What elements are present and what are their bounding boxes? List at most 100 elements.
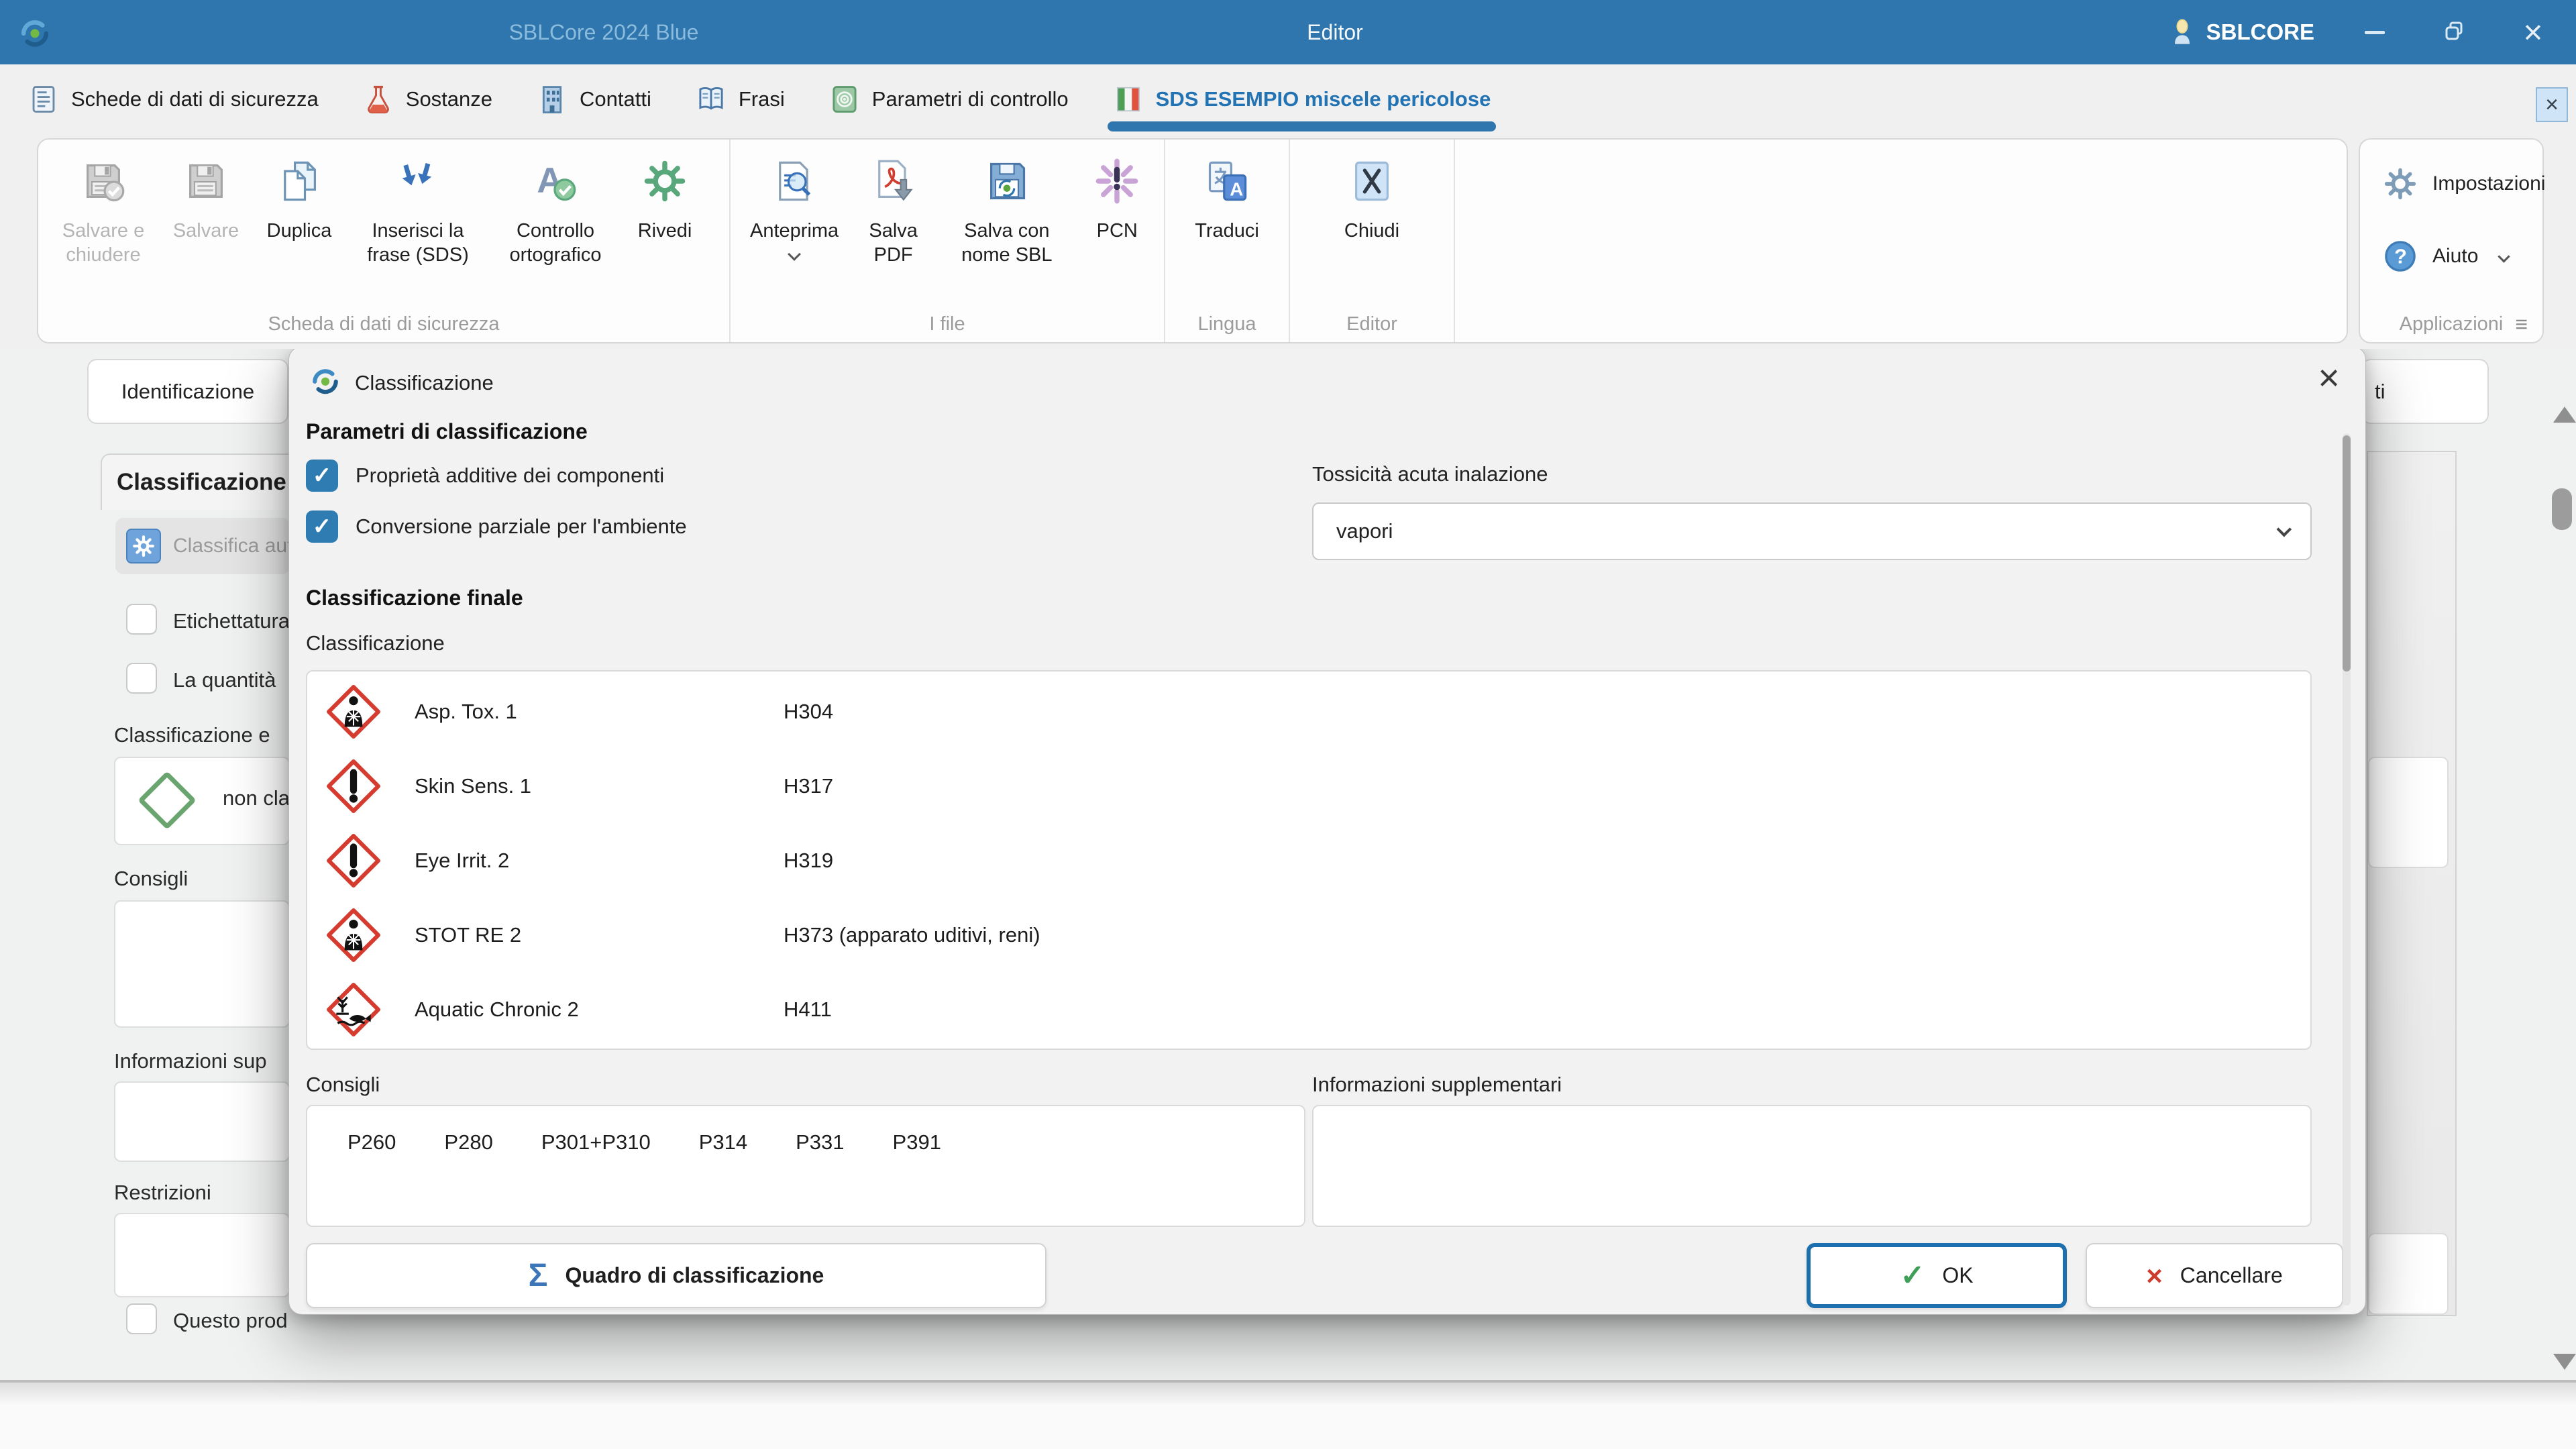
tab-sostanze[interactable]: Sostanze — [363, 64, 492, 134]
dialog-scrollbar-thumb[interactable] — [2343, 435, 2351, 672]
help-button[interactable]: ? Aiuto — [2383, 239, 2508, 274]
button-label: Traduci — [1195, 219, 1259, 243]
bg-tab-partial-right[interactable]: ti — [2361, 359, 2489, 424]
cancel-button[interactable]: × Cancellare — [2086, 1243, 2343, 1308]
bg-right-panel — [2367, 451, 2457, 1316]
restore-icon — [2440, 19, 2467, 46]
p-code: P260 — [347, 1130, 396, 1226]
chevron-down-icon — [788, 248, 801, 261]
account-name: SBLCORE — [2206, 19, 2314, 45]
bg-consigli-field[interactable] — [114, 900, 290, 1028]
precautionary-codes-field[interactable]: P260 P280 P301+P310 P314 P331 P391 — [306, 1105, 1305, 1227]
account-button[interactable]: SBLCORE — [2167, 17, 2314, 47]
settings-button[interactable]: Impostazioni — [2383, 166, 2545, 201]
close-icon: × — [2523, 15, 2542, 49]
minimize-button[interactable] — [2356, 0, 2394, 64]
chevron-down-icon — [2277, 522, 2292, 537]
acute-toxicity-select[interactable]: vapori — [1312, 502, 2312, 560]
title-bar: SBLCore 2024 Blue Editor SBLCORE × — [0, 0, 2576, 64]
bg-right-field[interactable] — [2368, 757, 2449, 868]
dialog-close-icon[interactable]: × — [2318, 359, 2340, 396]
bg-checkbox-etichettatura[interactable] — [126, 604, 157, 635]
close-editor-button[interactable]: Chiudi — [1325, 150, 1419, 243]
tab-sds-esempio-active[interactable]: SDS ESEMPIO miscele pericolose — [1113, 64, 1491, 134]
close-button[interactable]: × — [2514, 0, 2552, 64]
ribbon-empty-space — [1455, 140, 2347, 342]
button-label: Duplica — [267, 219, 332, 243]
bg-restrictions-field[interactable] — [114, 1213, 290, 1297]
button-label: Aiuto — [2432, 245, 2478, 268]
checked-checkbox-icon: ✓ — [306, 511, 338, 543]
bg-checkbox-questo-prod[interactable] — [126, 1303, 157, 1334]
classification-row[interactable]: Eye Irrit. 2 H319 — [307, 823, 2310, 898]
ribbon-group-editor: Chiudi Editor — [1290, 140, 1455, 342]
button-label: Anteprima — [750, 219, 839, 243]
classification-dialog: Classificazione × Parametri di classific… — [288, 346, 2366, 1315]
bg-classification-field[interactable]: non cla — [114, 757, 290, 845]
select-value: vapori — [1336, 519, 1393, 543]
bg-checkbox-quantita[interactable] — [126, 663, 157, 694]
classification-row[interactable]: Asp. Tox. 1 H304 — [307, 674, 2310, 749]
bg-info-field[interactable] — [114, 1081, 290, 1162]
scrollbar-up-arrow[interactable] — [2553, 407, 2576, 423]
tab-parametri-controllo[interactable]: Parametri di controllo — [829, 64, 1069, 134]
hazard-code: H373 (apparato uditivi, reni) — [784, 923, 1040, 947]
insert-phrase-button[interactable]: Inserisci la frase (SDS) — [352, 150, 484, 267]
hazard-code: H319 — [784, 849, 833, 873]
bg-right-field[interactable] — [2368, 1233, 2449, 1315]
help-icon: ? — [2383, 239, 2418, 274]
pcn-button[interactable]: PCN — [1083, 150, 1152, 243]
classification-row[interactable]: Aquatic Chronic 2 H411 — [307, 972, 2310, 1046]
restore-button[interactable] — [2435, 0, 2473, 64]
preview-button[interactable]: Anteprima — [743, 150, 846, 259]
scrollbar-thumb[interactable] — [2552, 488, 2572, 530]
save-close-icon — [80, 153, 126, 209]
checkbox-additive-properties[interactable]: ✓ Proprietà additive dei componenti — [306, 460, 664, 492]
dialog-logo-icon — [307, 362, 344, 399]
p-code: P280 — [444, 1130, 492, 1226]
scrollbar-down-arrow[interactable] — [2553, 1354, 2576, 1370]
spellcheck-icon: A — [533, 153, 578, 209]
bg-tab-identificazione[interactable]: Identificazione — [87, 359, 288, 424]
save-as-sbl-button[interactable]: Salva con nome SBL — [941, 150, 1073, 267]
save-pdf-button[interactable]: Salva PDF — [855, 150, 931, 267]
review-button[interactable]: Rivedi — [627, 150, 702, 243]
checkbox-partial-conversion[interactable]: ✓ Conversione parziale per l'ambiente — [306, 511, 687, 543]
ribbon-group-label: Lingua — [1165, 313, 1289, 335]
spellcheck-button[interactable]: A Controllo ortografico — [493, 150, 618, 267]
classification-row[interactable]: Skin Sens. 1 H317 — [307, 749, 2310, 823]
save-pdf-icon — [871, 153, 916, 209]
tab-schede-dati-sicurezza[interactable]: Schede di dati di sicurezza — [28, 64, 319, 134]
sigma-icon: Σ — [529, 1260, 548, 1292]
ribbon-main-panel: Salvare e chiudere Salvare Duplica — [37, 138, 2348, 343]
tab-label: Contatti — [580, 87, 651, 111]
ribbon-group-files: Anteprima Salva PDF Salva con nome SBL — [731, 140, 1165, 342]
translate-button[interactable]: A Traduci — [1180, 150, 1274, 243]
ribbon-group-language: A Traduci Lingua — [1165, 140, 1290, 342]
toxicity-label: Tossicità acuta inalazione — [1312, 462, 1548, 486]
close-tab-button[interactable]: × — [2536, 87, 2568, 122]
ribbon: Salvare e chiudere Salvare Duplica — [0, 134, 2576, 349]
hazard-code: H304 — [784, 700, 833, 724]
supplementary-info-field[interactable] — [1312, 1105, 2312, 1227]
classification-row[interactable]: STOT RE 2 H373 (apparato uditivi, reni) — [307, 898, 2310, 972]
save-icon — [183, 153, 229, 209]
checkbox-label: Conversione parziale per l'ambiente — [356, 515, 687, 539]
button-label: Salva con nome SBL — [941, 219, 1073, 267]
checkbox-label: Etichettatura — [173, 609, 290, 633]
classification-summary-button[interactable]: Σ Quadro di classificazione — [306, 1243, 1046, 1308]
hazard-class: Skin Sens. 1 — [415, 774, 531, 798]
p-code: P391 — [893, 1130, 941, 1226]
dialog-scrollbar[interactable] — [2343, 433, 2351, 1305]
tab-frasi[interactable]: Frasi — [696, 64, 785, 134]
ribbon-apps-panel: Impostazioni ? Aiuto Applicazioni ≡ — [2359, 138, 2544, 343]
ok-button[interactable]: ✓ OK — [1807, 1243, 2067, 1308]
checkbox-label: Proprietà additive dei componenti — [356, 464, 664, 488]
hazard-class: STOT RE 2 — [415, 923, 521, 947]
ribbon-group-sds: Salvare e chiudere Salvare Duplica — [38, 140, 731, 342]
tab-contatti[interactable]: Contatti — [537, 64, 651, 134]
duplicate-button[interactable]: Duplica — [256, 150, 343, 243]
group-menu-icon[interactable]: ≡ — [2515, 312, 2528, 337]
checked-checkbox-icon: ✓ — [306, 460, 338, 492]
dialog-title: Classificazione — [355, 371, 494, 395]
